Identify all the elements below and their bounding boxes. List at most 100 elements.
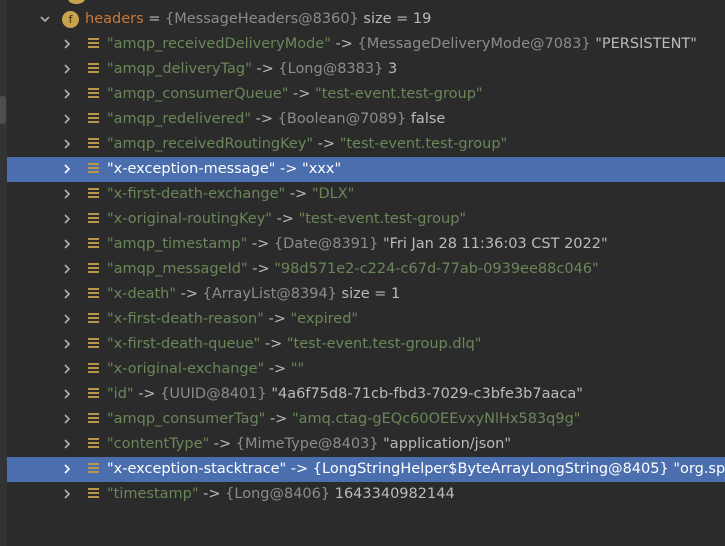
map-entry-icon	[88, 488, 99, 500]
header-entry-text: "amqp_messageId" -> "98d571e2-c224-c67d-…	[107, 260, 599, 279]
headers-node-row[interactable]: f headers = {MessageHeaders@8360} size =…	[7, 7, 725, 32]
chevron-right-icon[interactable]	[61, 163, 73, 175]
map-entry-icon	[88, 138, 99, 150]
entry-value: "test-event.test-group.dlq"	[286, 336, 482, 352]
entry-arrow: ->	[335, 36, 353, 52]
entry-arrow: ->	[276, 211, 294, 227]
entry-key: "amqp_deliveryTag"	[107, 61, 252, 77]
header-entry-row[interactable]: "amqp_messageId" -> "98d571e2-c224-c67d-…	[7, 257, 725, 282]
header-entry-text: "x-original-routingKey" -> "test-event.t…	[107, 210, 466, 229]
header-entry-text: "amqp_timestamp" -> {Date@8391} "Fri Jan…	[107, 235, 608, 254]
map-entry-icon	[88, 238, 99, 250]
map-entry-icon	[88, 438, 99, 450]
entry-arrow: ->	[268, 311, 286, 327]
chevron-right-icon[interactable]	[61, 313, 73, 325]
previous-node-stub	[7, 0, 725, 6]
chevron-right-icon[interactable]	[61, 413, 73, 425]
entry-type: {Boolean@7089}	[277, 111, 407, 127]
chevron-right-icon[interactable]	[61, 463, 73, 475]
chevron-right-icon[interactable]	[61, 238, 73, 250]
header-entry-row[interactable]: "amqp_deliveryTag" -> {Long@8383} 3	[7, 57, 725, 82]
entry-key: "x-exception-message"	[107, 161, 276, 177]
entry-value: "xxx"	[302, 161, 342, 177]
entry-arrow: ->	[213, 436, 232, 452]
header-entry-row[interactable]: "x-death" -> {ArrayList@8394} size = 1	[7, 282, 725, 307]
header-entry-row[interactable]: "amqp_redelivered" -> {Boolean@7089} fal…	[7, 107, 725, 132]
chevron-right-icon[interactable]	[61, 213, 73, 225]
header-entry-row[interactable]: "amqp_receivedRoutingKey" -> "test-event…	[7, 132, 725, 157]
entry-arrow: ->	[293, 86, 311, 102]
chevron-right-icon[interactable]	[61, 438, 73, 450]
map-entry-icon	[88, 363, 99, 375]
entry-arrow: ->	[269, 411, 288, 427]
entry-value: "amq.ctag-gEQc60OEEvxyNlHx583q9g"	[291, 411, 581, 427]
header-entry-row[interactable]: "x-first-death-queue" -> "test-event.tes…	[7, 332, 725, 357]
entry-type: {MimeType@8403}	[235, 436, 379, 452]
map-entry-icon	[88, 288, 99, 300]
chevron-down-icon[interactable]	[39, 13, 51, 25]
header-entry-row[interactable]: "amqp_timestamp" -> {Date@8391} "Fri Jan…	[7, 232, 725, 257]
chevron-right-icon[interactable]	[61, 38, 73, 50]
entry-key: "amqp_messageId"	[107, 261, 248, 277]
entry-key: "timestamp"	[107, 486, 199, 502]
chevron-right-icon[interactable]	[61, 263, 73, 275]
header-entry-text: "timestamp" -> {Long@8406} 1643340982144	[107, 485, 455, 504]
header-entry-text: "x-exception-message" -> "xxx"	[107, 160, 341, 179]
header-entry-row[interactable]: "contentType" -> {MimeType@8403} "applic…	[7, 432, 725, 457]
chevron-right-icon[interactable]	[61, 363, 73, 375]
header-entry-row[interactable]: "x-original-exchange" -> ""	[7, 357, 725, 382]
header-entry-row[interactable]: "x-original-routingKey" -> "test-event.t…	[7, 207, 725, 232]
entry-value: "application/json"	[383, 436, 511, 452]
header-entry-row[interactable]: "amqp_receivedDeliveryMode" -> {MessageD…	[7, 32, 725, 57]
map-entry-icon	[88, 38, 99, 50]
entry-key: "x-death"	[107, 286, 177, 302]
entry-type: {Date@8391}	[273, 236, 379, 252]
field-f-icon: f	[62, 11, 79, 28]
chevron-right-icon[interactable]	[61, 138, 73, 150]
chevron-right-icon[interactable]	[61, 288, 73, 300]
chevron-right-icon[interactable]	[61, 88, 73, 100]
header-entry-row[interactable]: "x-first-death-exchange" -> "DLX"	[7, 182, 725, 207]
header-entry-text: "amqp_receivedDeliveryMode" -> {MessageD…	[107, 35, 697, 54]
chevron-right-icon[interactable]	[61, 113, 73, 125]
headers-field-size: size = 19	[363, 11, 432, 27]
entry-type: {Long@8406}	[225, 486, 331, 502]
entry-value: "test-event.test-group"	[339, 136, 508, 152]
header-entry-text: "amqp_redelivered" -> {Boolean@7089} fal…	[107, 110, 445, 129]
map-entry-icon	[88, 63, 99, 75]
chevron-right-icon[interactable]	[61, 63, 73, 75]
header-entry-text: "amqp_consumerQueue" -> "test-event.test…	[107, 85, 483, 104]
chevron-right-icon[interactable]	[61, 338, 73, 350]
entry-arrow: ->	[280, 161, 298, 177]
entry-arrow: ->	[256, 61, 274, 77]
entry-value: "org.sp	[673, 461, 725, 477]
header-entry-row[interactable]: "x-first-death-reason" -> "expired"	[7, 307, 725, 332]
entry-arrow: ->	[138, 386, 156, 402]
gutter-scroll-tab[interactable]	[0, 96, 6, 124]
header-entry-row[interactable]: "id" -> {UUID@8401} "4a6f75d8-71cb-fbd3-…	[7, 382, 725, 407]
map-entry-icon	[88, 188, 99, 200]
header-entry-text: "x-death" -> {ArrayList@8394} size = 1	[107, 285, 400, 304]
entry-key: "x-first-death-queue"	[107, 336, 261, 352]
header-entry-row[interactable]: "amqp_consumerQueue" -> "test-event.test…	[7, 82, 725, 107]
entry-value: false	[410, 111, 446, 127]
chevron-right-icon[interactable]	[61, 488, 73, 500]
header-entry-row[interactable]: "x-exception-message" -> "xxx"	[7, 157, 725, 182]
headers-field-name: headers	[85, 11, 144, 27]
header-entry-row[interactable]: "amqp_consumerTag" -> "amq.ctag-gEQc60OE…	[7, 407, 725, 432]
map-entry-icon	[88, 113, 99, 125]
entry-key: "amqp_receivedRoutingKey"	[107, 136, 314, 152]
header-entry-row[interactable]: "x-exception-stacktrace" -> {LongStringH…	[7, 457, 725, 482]
chevron-right-icon[interactable]	[61, 188, 73, 200]
entry-arrow: ->	[264, 336, 283, 352]
entry-arrow: ->	[252, 261, 270, 277]
headers-node-label: headers = {MessageHeaders@8360} size = 1…	[85, 11, 432, 27]
header-entry-row[interactable]: "timestamp" -> {Long@8406} 1643340982144	[7, 482, 725, 507]
chevron-right-icon[interactable]	[61, 388, 73, 400]
entry-key: "x-exception-stacktrace"	[107, 461, 287, 477]
entry-key: "amqp_receivedDeliveryMode"	[107, 36, 331, 52]
entry-key: "contentType"	[107, 436, 210, 452]
entry-arrow: ->	[289, 186, 308, 202]
map-entry-icon	[88, 388, 99, 400]
entry-key: "amqp_consumerTag"	[107, 411, 266, 427]
